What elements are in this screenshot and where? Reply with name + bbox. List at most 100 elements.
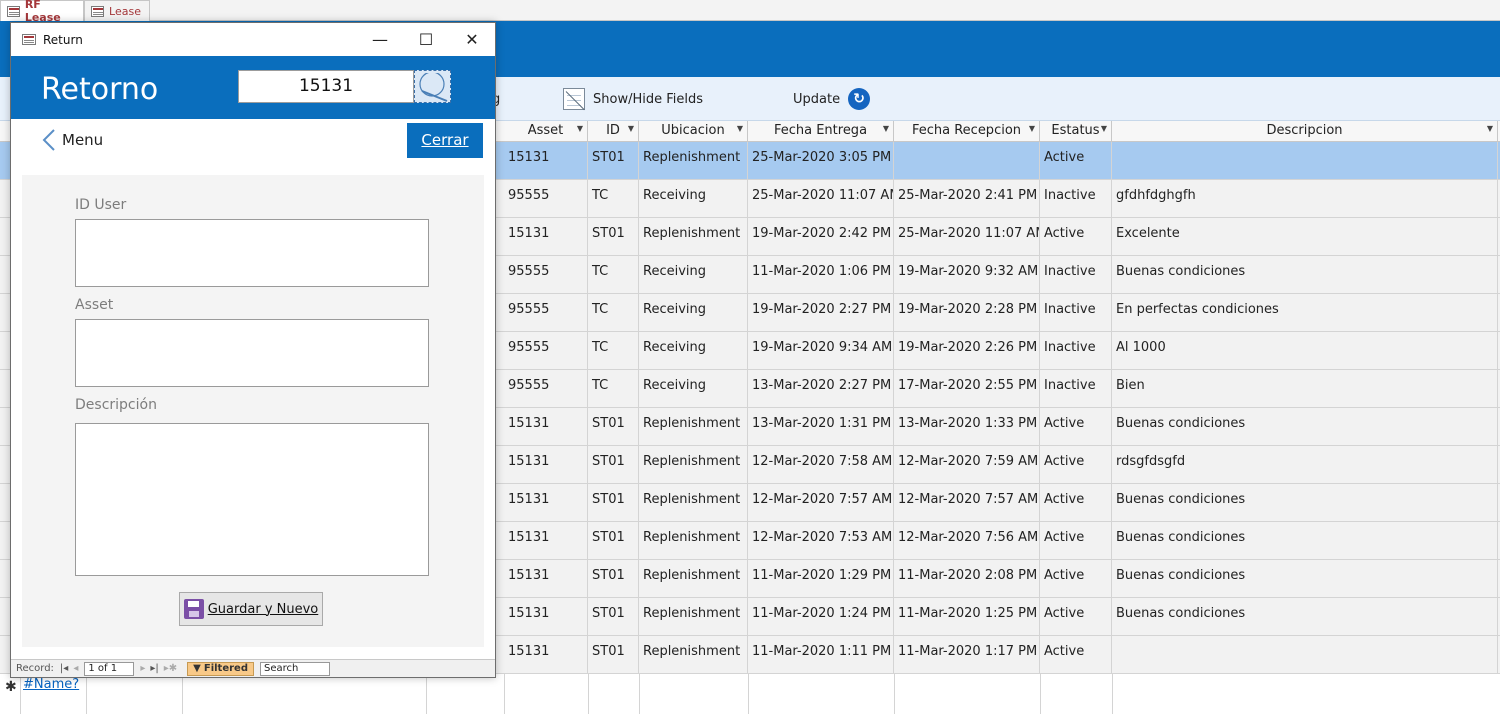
table-cell-descripcion[interactable]: Buenas condiciones	[1112, 560, 1498, 597]
close-window-button[interactable]: ✕	[449, 23, 495, 56]
table-cell-descripcion[interactable]: Al 1000	[1112, 332, 1498, 369]
first-record-button[interactable]: |◂	[60, 663, 68, 674]
tab-lease[interactable]: Lease	[84, 0, 150, 21]
table-cell-recepcion[interactable]: 13-Mar-2020 1:33 PM	[894, 408, 1040, 445]
table-cell-entrega[interactable]: 12-Mar-2020 7:53 AM	[748, 522, 894, 559]
table-cell-ubicacion[interactable]: Replenishment	[639, 636, 748, 673]
table-cell-ubicacion[interactable]: Receiving	[639, 332, 748, 369]
table-cell-asset[interactable]: 95555	[504, 370, 588, 407]
table-cell-entrega[interactable]: 13-Mar-2020 2:27 PM	[748, 370, 894, 407]
table-cell-descripcion[interactable]: Buenas condiciones	[1112, 522, 1498, 559]
column-header-id[interactable]: ID ▼	[588, 121, 639, 141]
table-cell-asset[interactable]: 15131	[504, 446, 588, 483]
table-cell-estatus[interactable]: Inactive	[1040, 294, 1112, 331]
table-cell-recepcion[interactable]: 19-Mar-2020 2:26 PM	[894, 332, 1040, 369]
table-cell-entrega[interactable]: 25-Mar-2020 11:07 AM	[748, 180, 894, 217]
table-cell-entrega[interactable]: 19-Mar-2020 9:34 AM	[748, 332, 894, 369]
table-cell-descripcion[interactable]: rdsgfdsgfd	[1112, 446, 1498, 483]
table-cell-descripcion[interactable]	[1112, 142, 1498, 179]
show-hide-fields-button[interactable]: Show/Hide Fields	[563, 77, 703, 121]
column-header-ubicacion[interactable]: Ubicacion ▼	[639, 121, 748, 141]
table-cell-asset[interactable]: 15131	[504, 408, 588, 445]
table-cell-descripcion[interactable]	[1112, 636, 1498, 673]
last-record-button[interactable]: ▸|	[150, 663, 158, 674]
table-cell-entrega[interactable]: 25-Mar-2020 3:05 PM	[748, 142, 894, 179]
table-cell-recepcion[interactable]	[894, 142, 1040, 179]
table-cell-asset[interactable]: 95555	[504, 332, 588, 369]
table-cell-asset[interactable]: 15131	[504, 484, 588, 521]
search-button[interactable]	[414, 70, 451, 103]
table-cell-id[interactable]: TC	[588, 332, 639, 369]
table-cell-estatus[interactable]: Active	[1040, 484, 1112, 521]
table-cell-id[interactable]: TC	[588, 256, 639, 293]
back-to-menu-link[interactable]: Menu	[41, 129, 103, 151]
table-cell-ubicacion[interactable]: Receiving	[639, 294, 748, 331]
table-cell-descripcion[interactable]: Buenas condiciones	[1112, 408, 1498, 445]
table-cell-recepcion[interactable]: 12-Mar-2020 7:57 AM	[894, 484, 1040, 521]
table-cell-asset[interactable]: 15131	[504, 142, 588, 179]
table-cell-entrega[interactable]: 19-Mar-2020 2:42 PM	[748, 218, 894, 255]
table-cell-estatus[interactable]: Inactive	[1040, 370, 1112, 407]
table-cell-entrega[interactable]: 13-Mar-2020 1:31 PM	[748, 408, 894, 445]
new-record-button[interactable]: ▸✱	[164, 663, 177, 674]
table-cell-recepcion[interactable]: 12-Mar-2020 7:56 AM	[894, 522, 1040, 559]
table-cell-estatus[interactable]: Active	[1040, 446, 1112, 483]
minimize-button[interactable]: —	[357, 23, 403, 56]
table-cell-id[interactable]: ST01	[588, 446, 639, 483]
table-cell-descripcion[interactable]: Bien	[1112, 370, 1498, 407]
table-cell-recepcion[interactable]: 11-Mar-2020 1:17 PM	[894, 636, 1040, 673]
table-cell-estatus[interactable]: Active	[1040, 636, 1112, 673]
table-cell-estatus[interactable]: Active	[1040, 560, 1112, 597]
table-cell-id[interactable]: ST01	[588, 142, 639, 179]
table-cell-id[interactable]: TC	[588, 294, 639, 331]
table-cell-descripcion[interactable]: Buenas condiciones	[1112, 598, 1498, 635]
guardar-y-nuevo-button[interactable]: Guardar y Nuevo	[179, 592, 323, 626]
table-cell-asset[interactable]: 95555	[504, 180, 588, 217]
table-cell-ubicacion[interactable]: Replenishment	[639, 142, 748, 179]
column-header-fecha-entrega[interactable]: Fecha Entrega ▼	[748, 121, 894, 141]
table-cell-recepcion[interactable]: 25-Mar-2020 2:41 PM	[894, 180, 1040, 217]
asset-field[interactable]	[75, 319, 429, 387]
table-cell-ubicacion[interactable]: Receiving	[639, 180, 748, 217]
popup-titlebar[interactable]: Return — ☐ ✕	[11, 23, 495, 56]
current-record-box[interactable]: 1 of 1	[84, 661, 135, 676]
table-cell-id[interactable]: ST01	[588, 560, 639, 597]
table-cell-recepcion[interactable]: 19-Mar-2020 9:32 AM	[894, 256, 1040, 293]
table-cell-asset[interactable]: 95555	[504, 256, 588, 293]
id-user-field[interactable]	[75, 219, 429, 287]
table-cell-ubicacion[interactable]: Replenishment	[639, 598, 748, 635]
table-cell-ubicacion[interactable]: Receiving	[639, 256, 748, 293]
table-cell-descripcion[interactable]: gfdhfdghgfh	[1112, 180, 1498, 217]
table-cell-estatus[interactable]: Inactive	[1040, 256, 1112, 293]
table-cell-recepcion[interactable]: 19-Mar-2020 2:28 PM	[894, 294, 1040, 331]
column-header-descripcion[interactable]: Descripcion ▼	[1112, 121, 1498, 141]
table-cell-id[interactable]: ST01	[588, 636, 639, 673]
table-cell-entrega[interactable]: 12-Mar-2020 7:58 AM	[748, 446, 894, 483]
table-cell-estatus[interactable]: Active	[1040, 522, 1112, 559]
table-cell-id[interactable]: ST01	[588, 484, 639, 521]
table-cell-recepcion[interactable]: 11-Mar-2020 1:25 PM	[894, 598, 1040, 635]
table-cell-ubicacion[interactable]: Replenishment	[639, 560, 748, 597]
table-cell-ubicacion[interactable]: Receiving	[639, 370, 748, 407]
table-cell-estatus[interactable]: Inactive	[1040, 332, 1112, 369]
table-cell-ubicacion[interactable]: Replenishment	[639, 218, 748, 255]
column-header-fecha-recepcion[interactable]: Fecha Recepcion ▼	[894, 121, 1040, 141]
table-cell-id[interactable]: ST01	[588, 218, 639, 255]
previous-record-button[interactable]: ◂	[73, 663, 78, 674]
table-cell-asset[interactable]: 95555	[504, 294, 588, 331]
table-cell-id[interactable]: TC	[588, 180, 639, 217]
table-cell-estatus[interactable]: Active	[1040, 218, 1112, 255]
table-cell-descripcion[interactable]: Buenas condiciones	[1112, 484, 1498, 521]
new-record-row[interactable]	[0, 674, 1500, 714]
table-cell-estatus[interactable]: Active	[1040, 142, 1112, 179]
table-cell-descripcion[interactable]: Excelente	[1112, 218, 1498, 255]
table-cell-entrega[interactable]: 11-Mar-2020 1:29 PM	[748, 560, 894, 597]
filtered-toggle[interactable]: ▼ Filtered	[187, 661, 254, 676]
table-cell-id[interactable]: ST01	[588, 408, 639, 445]
table-cell-estatus[interactable]: Inactive	[1040, 180, 1112, 217]
column-header-estatus[interactable]: Estatus ▼	[1040, 121, 1112, 141]
descripcion-field[interactable]	[75, 423, 429, 576]
table-cell-ubicacion[interactable]: Replenishment	[639, 446, 748, 483]
table-cell-recepcion[interactable]: 11-Mar-2020 2:08 PM	[894, 560, 1040, 597]
table-cell-asset[interactable]: 15131	[504, 598, 588, 635]
